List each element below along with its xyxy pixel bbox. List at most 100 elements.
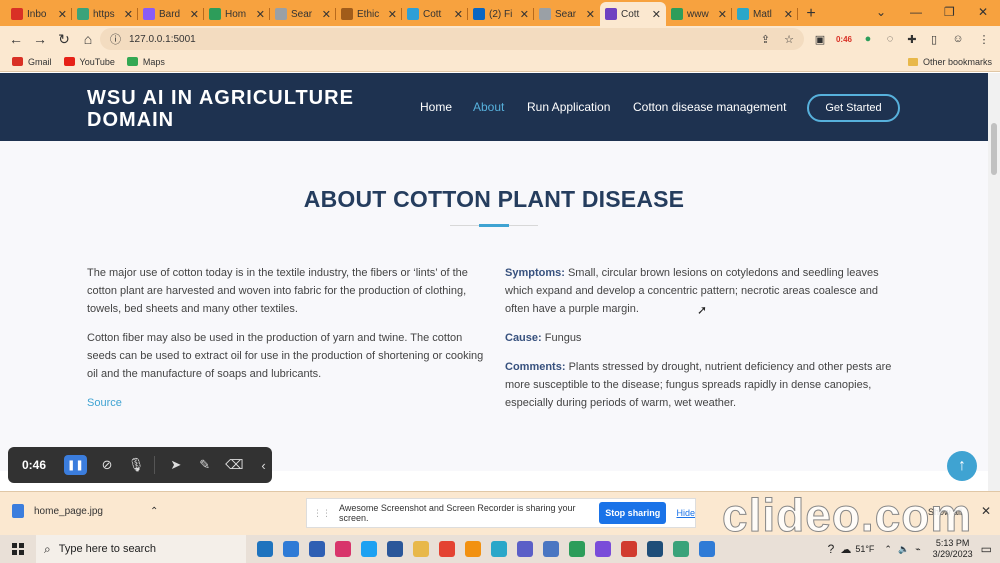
taskbar-app-icon[interactable] [460, 535, 486, 563]
volume-icon[interactable]: 🔈 [898, 544, 909, 555]
tab-close-icon[interactable]: ✕ [322, 8, 331, 21]
drag-handle-icon[interactable]: ⋮⋮ [313, 508, 331, 519]
help-icon[interactable]: ? [828, 542, 835, 556]
browser-tab[interactable]: Bard ✕ [138, 2, 204, 26]
extension-icon[interactable]: ◌ [880, 29, 900, 49]
taskbar-app-icon[interactable] [382, 535, 408, 563]
tab-close-icon[interactable]: ✕ [190, 8, 199, 21]
nav-about[interactable]: About [473, 100, 504, 114]
tab-close-icon[interactable]: ✕ [520, 8, 529, 21]
tab-close-icon[interactable]: ✕ [388, 8, 397, 21]
tab-close-icon[interactable]: ✕ [58, 8, 67, 21]
weather-temperature[interactable]: 51°F [855, 544, 874, 554]
pointer-icon[interactable]: ➤ [167, 457, 184, 473]
site-info-icon[interactable]: ⓘ [110, 31, 121, 47]
profile-avatar[interactable]: ☺ [948, 29, 968, 49]
menu-kebab-icon[interactable]: ⋮ [974, 29, 994, 49]
tab-close-icon[interactable]: ✕ [784, 8, 793, 21]
browser-tab[interactable]: (2) Fi ✕ [468, 2, 534, 26]
taskbar-app-icon[interactable] [330, 535, 356, 563]
tab-close-icon[interactable]: ✕ [586, 8, 595, 21]
other-bookmarks[interactable]: Other bookmarks [908, 57, 992, 67]
taskbar-app-icon[interactable] [408, 535, 434, 563]
bookmark-item[interactable]: Gmail [12, 57, 52, 67]
taskbar-app-icon[interactable] [356, 535, 382, 563]
taskbar-app-icon[interactable] [512, 535, 538, 563]
browser-tab[interactable]: www ✕ [666, 2, 732, 26]
taskbar-app-icon[interactable] [668, 535, 694, 563]
taskbar-app-icon[interactable] [642, 535, 668, 563]
bookmark-item[interactable]: Maps [126, 57, 165, 67]
browser-tab[interactable]: Ethic ✕ [336, 2, 402, 26]
tab-search-chevron-icon[interactable]: ⌄ [876, 0, 886, 24]
taskbar-app-icon[interactable] [564, 535, 590, 563]
download-options-chevron-icon[interactable]: ⌃ [150, 506, 158, 517]
stop-sharing-button[interactable]: Stop sharing [598, 502, 667, 524]
side-panel-icon[interactable]: ▯ [924, 29, 944, 49]
tab-close-icon[interactable]: ✕ [454, 8, 463, 21]
taskbar-app-icon[interactable] [538, 535, 564, 563]
tab-close-icon[interactable]: ✕ [124, 8, 133, 21]
hide-button[interactable]: Hide [676, 508, 695, 518]
tray-overflow-chevron-icon[interactable]: ⌃ [884, 544, 892, 555]
network-icon[interactable]: ⌁ [915, 544, 920, 555]
scrollbar-thumb[interactable] [991, 123, 997, 175]
bookmark-star-icon[interactable]: ☆ [784, 33, 794, 46]
taskbar-app-icon[interactable] [616, 535, 642, 563]
browser-tab[interactable]: Sear ✕ [270, 2, 336, 26]
nav-run-application[interactable]: Run Application [527, 100, 610, 114]
taskbar-app-icon[interactable] [278, 535, 304, 563]
browser-tab[interactable]: Matl ✕ [732, 2, 798, 26]
no-camera-icon[interactable]: ⊘ [99, 457, 116, 473]
tab-close-icon[interactable]: ✕ [256, 8, 265, 21]
bookmark-item[interactable]: YouTube [63, 57, 115, 67]
taskbar-app-icon[interactable] [434, 535, 460, 563]
get-started-button[interactable]: Get Started [807, 94, 900, 122]
browser-tab[interactable]: https ✕ [72, 2, 138, 26]
nav-home[interactable]: Home [420, 100, 452, 114]
nav-cotton-disease-management[interactable]: Cotton disease management [633, 100, 786, 114]
share-icon[interactable]: ⇪ [761, 33, 770, 46]
taskbar-app-icon[interactable] [590, 535, 616, 563]
minimize-button[interactable]: — [910, 0, 922, 24]
taskbar-app-icon[interactable] [694, 535, 720, 563]
extensions-puzzle-icon[interactable]: ✚ [902, 29, 922, 49]
forward-arrow-icon[interactable]: → [28, 27, 52, 51]
browser-tab[interactable]: Hom ✕ [204, 2, 270, 26]
window-close-button[interactable]: ✕ [978, 0, 988, 24]
source-link[interactable]: Source [87, 397, 122, 409]
extension-icon[interactable]: ▣ [810, 29, 830, 49]
pause-button[interactable]: ❚❚ [64, 455, 87, 475]
site-logo[interactable]: WSU AI IN AGRICULTURE DOMAIN [87, 87, 387, 131]
browser-tab[interactable]: Cott ✕ [600, 2, 666, 26]
pen-icon[interactable]: ✎ [196, 457, 213, 473]
page-scrollbar[interactable] [988, 73, 1000, 491]
browser-tab[interactable]: Inbo ✕ [6, 2, 72, 26]
taskbar-app-icon[interactable] [304, 535, 330, 563]
tab-close-icon[interactable]: ✕ [652, 8, 661, 21]
back-to-top-button[interactable]: ↑ [947, 451, 977, 481]
new-tab-button[interactable]: + [798, 2, 824, 26]
taskbar-clock[interactable]: 5:13 PM 3/29/2023 [933, 538, 973, 560]
start-button[interactable] [0, 535, 36, 563]
microphone-icon[interactable]: 🎙 [128, 457, 145, 473]
tab-close-icon[interactable]: ✕ [718, 8, 727, 21]
address-bar[interactable]: ⓘ 127.0.0.1:5001 ⇪ ☆ [100, 28, 804, 50]
collapse-chevron-icon[interactable]: ‹ [255, 458, 272, 473]
taskbar-app-icon[interactable] [486, 535, 512, 563]
grammarly-icon[interactable]: ● [858, 29, 878, 49]
close-download-bar-icon[interactable]: ✕ [981, 504, 991, 518]
reload-icon[interactable]: ↻ [52, 27, 76, 51]
eraser-icon[interactable]: ⌫ [225, 457, 243, 473]
recorder-extension-badge[interactable]: 0:46 [832, 29, 856, 49]
taskbar-search[interactable]: ⌕ Type here to search [36, 535, 246, 563]
download-item[interactable]: home_page.jpg [12, 504, 103, 518]
home-icon[interactable]: ⌂ [76, 27, 100, 51]
taskbar-app-icon[interactable] [252, 535, 278, 563]
browser-tab[interactable]: Sear ✕ [534, 2, 600, 26]
browser-tab[interactable]: Cott ✕ [402, 2, 468, 26]
notifications-icon[interactable]: ▭ [981, 542, 992, 556]
back-arrow-icon[interactable]: ← [4, 27, 28, 51]
maximize-button[interactable]: ❐ [944, 0, 955, 24]
weather-cloud-icon[interactable]: ☁ [840, 543, 851, 556]
